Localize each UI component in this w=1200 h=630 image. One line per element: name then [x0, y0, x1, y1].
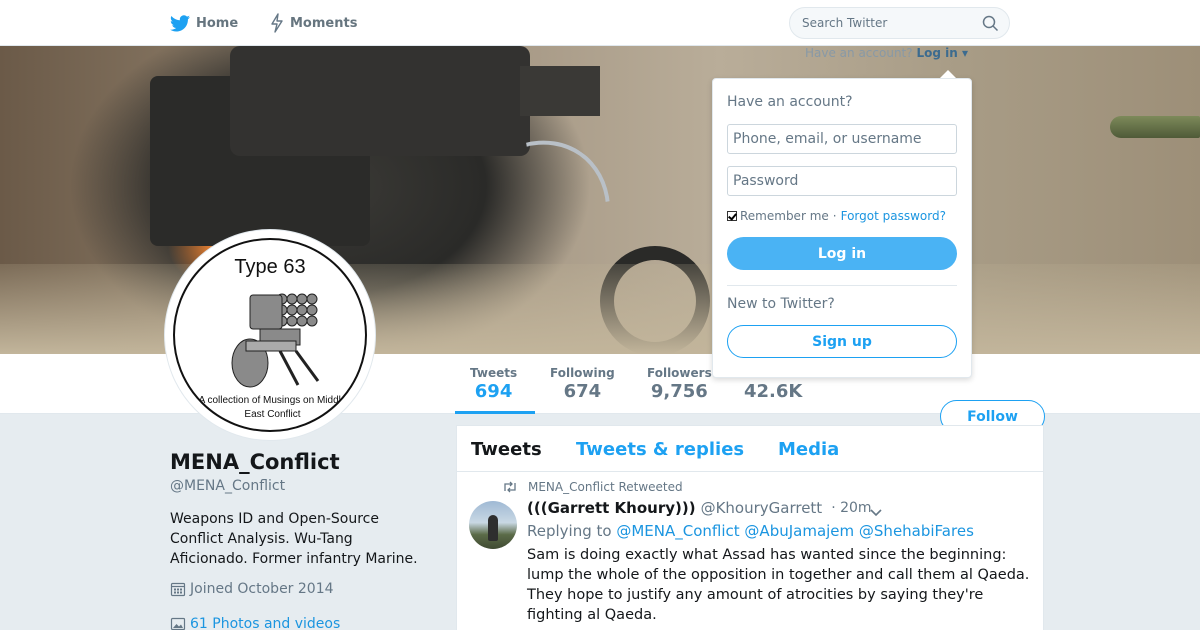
nav-moments[interactable]: Moments — [270, 12, 357, 34]
profile-handle[interactable]: @MENA_Conflict — [170, 478, 285, 494]
search-placeholder: Search Twitter — [802, 16, 888, 30]
tab-tweets-replies[interactable]: Tweets & replies — [576, 439, 744, 460]
remember-row: Remember me · Forgot password? — [727, 209, 946, 223]
remember-separator: · — [832, 209, 837, 223]
profile-photos-text[interactable]: 61 Photos and videos — [190, 616, 340, 630]
username-field[interactable]: Phone, email, or username — [727, 124, 957, 154]
avatar-image: Type 63 A collection of Musings on Middl… — [173, 238, 367, 432]
signup-button[interactable]: Sign up — [727, 325, 957, 358]
login-hint-link[interactable]: Log in ▾ — [916, 46, 968, 60]
retweet-icon — [502, 481, 518, 493]
stat-followers-label: Followers — [647, 366, 712, 380]
dropdown-divider — [727, 285, 957, 286]
login-dropdown: Have an account? Phone, email, or userna… — [712, 78, 972, 378]
tab-media[interactable]: Media — [778, 439, 839, 460]
rocket-launcher-drawing — [231, 293, 320, 388]
banner-sight — [520, 66, 600, 116]
remember-label[interactable]: Remember me — [740, 209, 829, 223]
lightning-icon — [270, 13, 284, 33]
stat-following-value: 674 — [563, 381, 602, 402]
stat-tweets[interactable]: Tweets 694 — [470, 366, 517, 402]
login-hint[interactable]: Have an account? Log in ▾ — [805, 46, 968, 60]
avatar-figure — [488, 515, 498, 541]
profile-photos-link[interactable]: 61 Photos and videos — [170, 616, 340, 630]
banner-tubes — [230, 46, 530, 156]
profile-bio: Weapons ID and Open-Source Conflict Anal… — [170, 511, 418, 567]
retweet-context: MENA_Conflict Retweeted — [502, 480, 683, 494]
profile-name[interactable]: MENA_Conflict — [170, 450, 340, 474]
tweet-avatar[interactable] — [469, 501, 517, 549]
login-button[interactable]: Log in — [727, 237, 957, 270]
tweet-author-username[interactable]: @KhouryGarrett — [701, 499, 823, 517]
stat-tweets-value: 694 — [474, 381, 513, 402]
timeline: Tweets Tweets & replies Media MENA_Confl… — [456, 425, 1044, 630]
tweet-header: (((Garrett Khoury))) @KhouryGarrett · 20… — [527, 499, 872, 517]
password-field[interactable]: Password — [727, 166, 957, 196]
search-input[interactable]: Search Twitter — [789, 7, 1010, 39]
password-placeholder: Password — [733, 173, 799, 189]
top-nav: Home Moments Search Twitter — [0, 0, 1200, 46]
forgot-password-link[interactable]: Forgot password? — [841, 209, 946, 223]
login-hint-text: Have an account? — [805, 46, 913, 60]
stat-following[interactable]: Following 674 — [550, 366, 615, 402]
dropdown-caret — [940, 70, 956, 78]
stat-following-label: Following — [550, 366, 615, 380]
stat-followers[interactable]: Followers 9,756 — [647, 366, 712, 402]
tweet-replying-to: Replying to @MENA_Conflict @AbuJamajem @… — [527, 522, 974, 540]
chevron-down-icon[interactable] — [869, 503, 883, 522]
calendar-icon — [170, 581, 186, 597]
banner-rocket — [1110, 116, 1200, 138]
profile-joined-text: Joined October 2014 — [190, 581, 334, 597]
nav-home[interactable]: Home — [170, 12, 238, 34]
profile-joined: Joined October 2014 — [170, 581, 334, 597]
username-placeholder: Phone, email, or username — [733, 131, 922, 147]
tweet-timestamp[interactable]: · 20m — [831, 500, 871, 516]
stat-tweets-label: Tweets — [470, 366, 518, 380]
remember-checkbox[interactable] — [727, 211, 737, 221]
new-to-twitter-label: New to Twitter? — [727, 296, 835, 312]
twitter-bird-icon — [170, 14, 190, 32]
image-icon — [170, 616, 186, 630]
dropdown-title: Have an account? — [727, 94, 853, 110]
replying-mentions[interactable]: @MENA_Conflict @AbuJamajem @ShehabiFares — [616, 522, 974, 540]
nav-home-label: Home — [196, 15, 239, 31]
active-tab-underline — [455, 411, 535, 414]
tweet-author-name[interactable]: (((Garrett Khoury))) — [527, 499, 696, 517]
avatar-caption: A collection of Musings on Middle East C… — [198, 395, 347, 420]
search-icon[interactable] — [982, 15, 999, 35]
timeline-tabs: Tweets Tweets & replies Media — [457, 426, 1043, 472]
tweet-text: Sam is doing exactly what Assad has want… — [527, 547, 1030, 623]
stat-likes-value: 42.6K — [744, 381, 803, 402]
nav-moments-label: Moments — [290, 15, 358, 31]
stat-followers-value: 9,756 — [650, 381, 708, 402]
replying-prefix: Replying to — [527, 522, 612, 540]
retweet-label[interactable]: MENA_Conflict Retweeted — [528, 480, 683, 494]
tab-tweets[interactable]: Tweets — [471, 439, 542, 460]
avatar[interactable]: Type 63 A collection of Musings on Middl… — [165, 230, 375, 440]
avatar-title: Type 63 — [234, 256, 306, 278]
